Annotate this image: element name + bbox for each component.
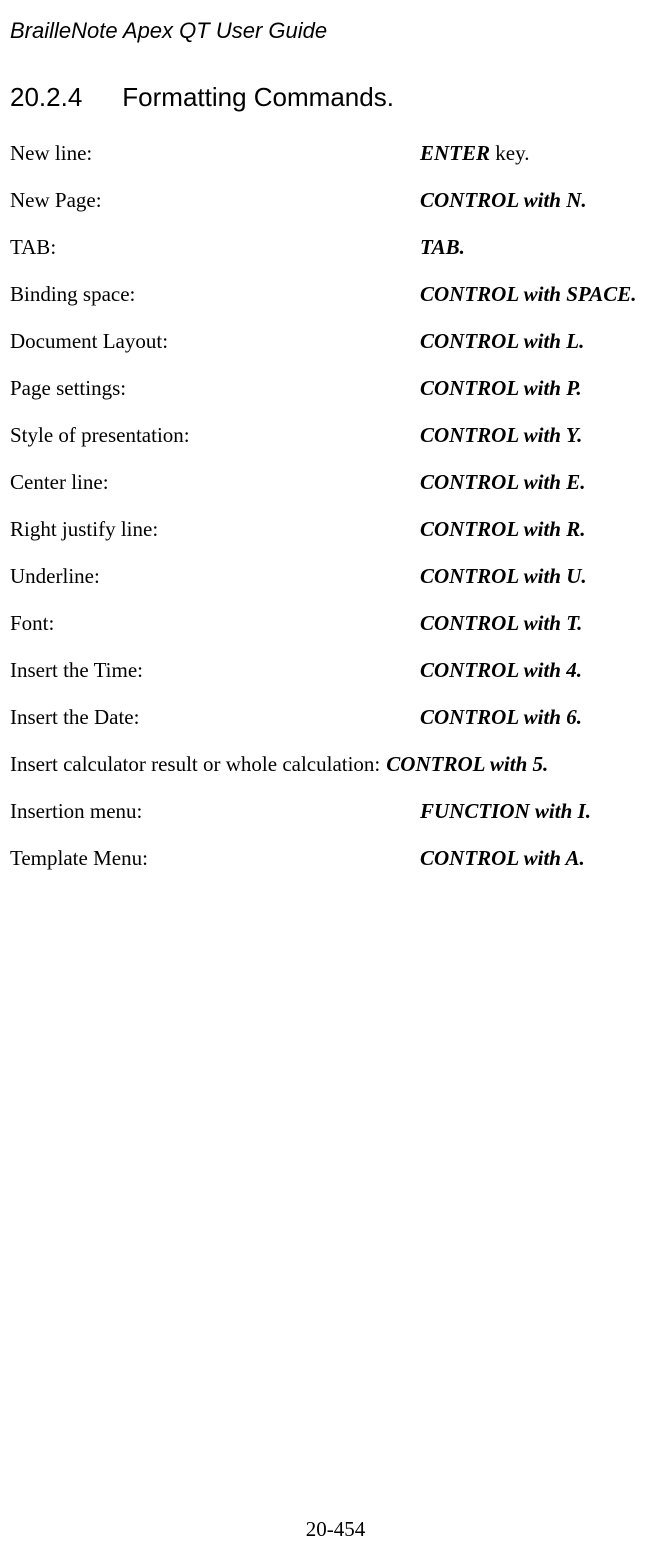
command-value-wrap: CONTROL with R. xyxy=(420,517,586,542)
command-label: Insertion menu: xyxy=(10,799,420,824)
command-label: Right justify line: xyxy=(10,517,420,542)
command-value-wrap: CONTROL with E. xyxy=(420,470,586,495)
command-label: Template Menu: xyxy=(10,846,420,871)
command-row: Binding space:CONTROL with SPACE. xyxy=(10,282,661,307)
command-row: Page settings:CONTROL with P. xyxy=(10,376,661,401)
command-value-bold: CONTROL with 4. xyxy=(420,658,582,682)
command-row: Insert calculator result or whole calcul… xyxy=(10,752,661,777)
command-value-bold: CONTROL with A. xyxy=(420,846,585,870)
command-value-bold: CONTROL with R. xyxy=(420,517,586,541)
command-row: TAB:TAB. xyxy=(10,235,661,260)
command-value-bold: CONTROL with SPACE. xyxy=(420,282,636,306)
command-value-wrap: CONTROL with T. xyxy=(420,611,582,636)
command-row: Template Menu:CONTROL with A. xyxy=(10,846,661,871)
command-value-wrap: CONTROL with 6. xyxy=(420,705,582,730)
command-label: Style of presentation: xyxy=(10,423,420,448)
command-value-bold: ENTER xyxy=(420,141,490,165)
command-value-wrap: CONTROL with A. xyxy=(420,846,585,871)
command-row: Insertion menu:FUNCTION with I. xyxy=(10,799,661,824)
command-value-bold: CONTROL with T. xyxy=(420,611,582,635)
command-label: Insert calculator result or whole calcul… xyxy=(10,752,386,777)
command-label: Binding space: xyxy=(10,282,420,307)
command-label: TAB: xyxy=(10,235,420,260)
command-row: Insert the Time:CONTROL with 4. xyxy=(10,658,661,683)
command-value-bold: CONTROL with P. xyxy=(420,376,582,400)
command-value-bold: CONTROL with U. xyxy=(420,564,587,588)
command-value-wrap: CONTROL with Y. xyxy=(420,423,582,448)
command-row: Underline:CONTROL with U. xyxy=(10,564,661,589)
command-row: New Page:CONTROL with N. xyxy=(10,188,661,213)
command-row: Style of presentation:CONTROL with Y. xyxy=(10,423,661,448)
command-label: Font: xyxy=(10,611,420,636)
command-row: Insert the Date:CONTROL with 6. xyxy=(10,705,661,730)
command-label: Insert the Time: xyxy=(10,658,420,683)
page-number: 20-454 xyxy=(0,1517,671,1542)
command-row: Center line:CONTROL with E. xyxy=(10,470,661,495)
command-value-bold: CONTROL with N. xyxy=(420,188,587,212)
command-row: Right justify line:CONTROL with R. xyxy=(10,517,661,542)
command-row: Font:CONTROL with T. xyxy=(10,611,661,636)
command-value-bold: TAB. xyxy=(420,235,465,259)
command-label: Center line: xyxy=(10,470,420,495)
command-value-bold: CONTROL with L. xyxy=(420,329,584,353)
command-label: Insert the Date: xyxy=(10,705,420,730)
document-header-title: BrailleNote Apex QT User Guide xyxy=(10,18,661,44)
command-value-wrap: FUNCTION with I. xyxy=(420,799,591,824)
command-value-bold: CONTROL with 5. xyxy=(386,752,548,776)
command-value-wrap: CONTROL with 4. xyxy=(420,658,582,683)
command-value-wrap: CONTROL with L. xyxy=(420,329,584,354)
command-value-wrap: CONTROL with N. xyxy=(420,188,587,213)
command-value-wrap: CONTROL with P. xyxy=(420,376,582,401)
command-label: Page settings: xyxy=(10,376,420,401)
command-value-bold: FUNCTION with I. xyxy=(420,799,591,823)
command-value-bold: CONTROL with 6. xyxy=(420,705,582,729)
command-row: New line:ENTER key. xyxy=(10,141,661,166)
command-label: Underline: xyxy=(10,564,420,589)
command-label: Document Layout: xyxy=(10,329,420,354)
command-value-wrap: ENTER key. xyxy=(420,141,529,166)
command-row: Document Layout:CONTROL with L. xyxy=(10,329,661,354)
command-label: New Page: xyxy=(10,188,420,213)
command-label: New line: xyxy=(10,141,420,166)
section-number: 20.2.4 xyxy=(10,82,82,113)
section-heading: 20.2.4 Formatting Commands. xyxy=(10,82,661,113)
command-value-bold: CONTROL with Y. xyxy=(420,423,582,447)
command-value-bold: CONTROL with E. xyxy=(420,470,586,494)
command-value-wrap: TAB. xyxy=(420,235,465,260)
command-value-wrap: CONTROL with SPACE. xyxy=(420,282,636,307)
command-value-wrap: CONTROL with U. xyxy=(420,564,587,589)
command-value-plain: key. xyxy=(490,141,529,165)
section-title: Formatting Commands. xyxy=(122,82,394,112)
command-value-wrap: CONTROL with 5. xyxy=(386,752,548,777)
